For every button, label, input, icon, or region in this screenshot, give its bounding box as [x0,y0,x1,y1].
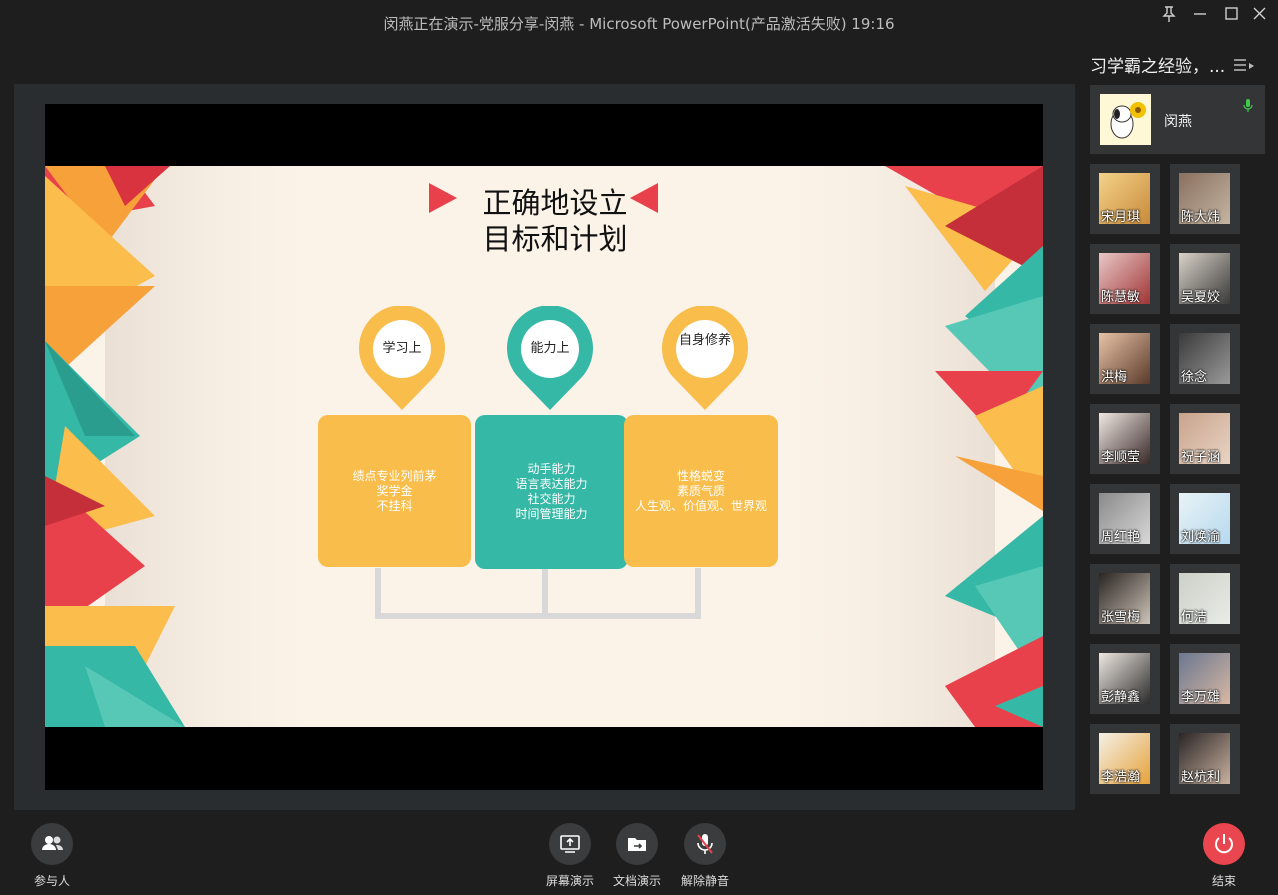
unmute-label: 解除静音 [680,874,729,888]
shared-screen: 正确地设立 目标和计划 学习上 能力上 自身修养 绩点专业列前茅 奖学金 不挂科 [45,104,1043,790]
participant-tile[interactable]: 何洁 [1170,564,1240,634]
minimize-icon[interactable] [1186,4,1214,24]
participant-name: 徐念 [1181,370,1208,385]
participant-name: 彭静鑫 [1101,690,1141,705]
participant-tile[interactable]: 张雪梅 [1090,564,1160,634]
maximize-icon[interactable] [1217,4,1245,24]
window-title: 闵燕正在演示-党服分享-闵燕 - Microsoft PowerPoint(产品… [383,15,895,33]
doc-share-label: 文档演示 [612,874,661,888]
box-study-line: 不挂科 [376,498,413,513]
participants-sidebar: 习学霸之经验，... 闵燕 宋月琪 陈大炜陈慧敏 吴夏姣洪梅 徐念李顺莹 祝子涵周红艳 刘… [1086,44,1278,810]
box-ability-line: 语言表达能力 [515,477,588,491]
host-card[interactable]: 闵燕 [1090,85,1265,154]
participant-name: 洪梅 [1101,370,1128,385]
participant-name: 陈大炜 [1181,210,1221,225]
participants-label: 参与人 [33,874,70,888]
pin-marker-study-icon [359,306,445,410]
close-icon[interactable] [1245,4,1273,24]
participant-name: 宋月琪 [1101,210,1141,225]
microphone-muted-icon [684,823,726,865]
pin-label-ability: 能力上 [530,341,570,356]
pin-marker-self-icon [662,306,748,410]
participant-name: 周红艳 [1101,530,1141,545]
participant-name: 张雪梅 [1101,610,1141,625]
list-toggle-icon[interactable] [1232,56,1256,74]
participant-tile[interactable]: 李顺莹 [1090,404,1160,474]
presentation-stage: 正确地设立 目标和计划 学习上 能力上 自身修养 绩点专业列前茅 奖学金 不挂科 [14,84,1075,810]
box-study-line: 绩点专业列前茅 [352,468,437,483]
screen-share-icon [549,823,591,865]
participant-tile[interactable]: 李万雄 [1170,644,1240,714]
avatar [1100,94,1151,145]
participant-tile[interactable]: 吴夏姣 [1170,244,1240,314]
box-self: 性格蜕变 素质气质 人生观、价值观、世界观 [624,415,778,567]
participant-name: 赵杭利 [1181,770,1221,785]
pin-icon[interactable] [1155,4,1183,24]
participant-tile[interactable]: 宋月琪 [1090,164,1160,234]
title-bar: 闵燕正在演示-党服分享-闵燕 - Microsoft PowerPoint(产品… [0,0,1278,44]
host-name: 闵燕 [1164,114,1192,130]
participant-tile[interactable]: 刘焕渝 [1170,484,1240,554]
screen-share-button[interactable]: 屏幕演示 [540,823,600,889]
box-self-line: 人生观、价值观、世界观 [634,498,767,513]
title-arrow-left-icon [429,183,457,213]
participant-tile[interactable]: 祝子涵 [1170,404,1240,474]
pin-marker-ability-icon [507,306,593,410]
participant-name: 李顺莹 [1101,450,1141,465]
box-ability: 动手能力 语言表达能力 社交能力 时间管理能力 [475,415,628,569]
participant-tile[interactable]: 洪梅 [1090,324,1160,394]
end-label: 结束 [1211,874,1236,888]
participant-tile[interactable]: 徐念 [1170,324,1240,394]
participants-button[interactable]: 参与人 [22,823,82,889]
microphone-active-icon [1243,98,1253,114]
participant-tile[interactable]: 赵杭利 [1170,724,1240,794]
bottom-toolbar: 参与人 屏幕演示 文档演示 解除静音 结束 [0,810,1278,895]
participant-tile[interactable]: 陈慧敏 [1090,244,1160,314]
slide: 正确地设立 目标和计划 学习上 能力上 自身修养 绩点专业列前茅 奖学金 不挂科 [45,166,1043,727]
box-ability-line: 动手能力 [527,462,576,476]
power-icon [1203,823,1245,865]
end-meeting-button[interactable]: 结束 [1194,823,1254,889]
box-ability-line: 时间管理能力 [515,507,588,521]
participant-name: 李浩瀚 [1101,770,1141,785]
folder-share-icon [616,823,658,865]
screen-share-label: 屏幕演示 [545,874,594,888]
pin-label-study: 学习上 [382,341,422,356]
box-study: 绩点专业列前茅 奖学金 不挂科 [318,415,471,567]
participant-name: 吴夏姣 [1181,290,1221,305]
box-study-line: 奖学金 [376,483,413,498]
participant-name: 何洁 [1181,610,1208,625]
box-self-line: 性格蜕变 [676,468,725,483]
meeting-name: 习学霸之经验，... [1090,57,1226,77]
participant-tile[interactable]: 李浩瀚 [1090,724,1160,794]
participant-tile[interactable]: 陈大炜 [1170,164,1240,234]
participants-icon [31,823,73,865]
slide-title-line2: 目标和计划 [482,222,628,256]
participant-tile[interactable]: 彭静鑫 [1090,644,1160,714]
participant-tile[interactable]: 周红艳 [1090,484,1160,554]
participant-name: 祝子涵 [1181,450,1221,465]
participant-name: 李万雄 [1181,690,1221,705]
unmute-button[interactable]: 解除静音 [675,823,735,889]
pin-label-self: 自身修养 [678,333,731,348]
box-self-line: 素质气质 [676,483,725,498]
participant-name: 刘焕渝 [1181,530,1221,545]
participant-name: 陈慧敏 [1101,290,1141,305]
box-ability-line: 社交能力 [527,492,576,506]
doc-share-button[interactable]: 文档演示 [607,823,667,889]
